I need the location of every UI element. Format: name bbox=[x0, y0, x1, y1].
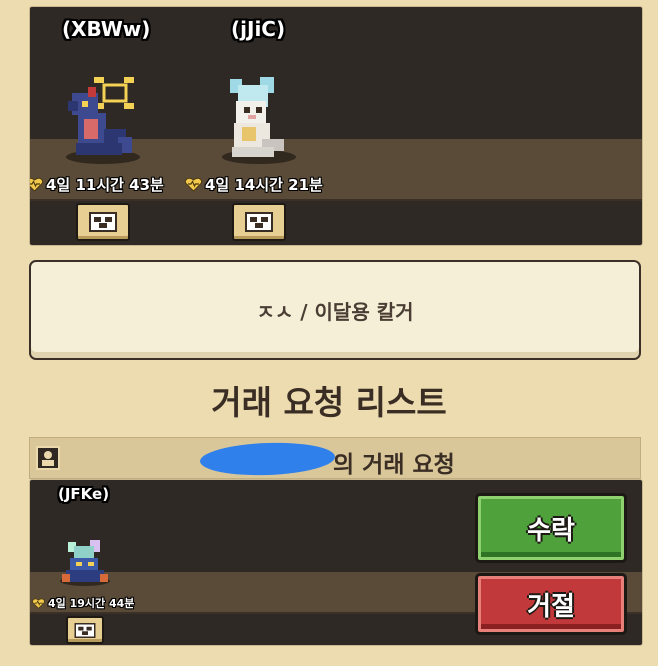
crystal-dragon-sprite[interactable] bbox=[60, 538, 110, 586]
heart-icon bbox=[185, 177, 202, 192]
accept-button-label: 수락 bbox=[527, 515, 575, 546]
blue-dragon-sprite[interactable] bbox=[64, 73, 138, 161]
reject-button-label: 거절 bbox=[527, 591, 575, 622]
info-icon bbox=[245, 212, 273, 232]
pet-info-button[interactable] bbox=[232, 203, 286, 241]
pet-timer: 4일 19시간 44분 bbox=[32, 595, 134, 611]
pet-name: (jJiC) bbox=[231, 17, 286, 41]
info-icon bbox=[74, 622, 96, 638]
trade-message-input[interactable]: ㅈㅅ / 이달용 칼거 bbox=[29, 260, 641, 360]
pet-name: (XBWw) bbox=[62, 17, 151, 41]
section-title: 거래 요청 리스트 bbox=[211, 383, 447, 422]
reject-button[interactable]: 거절 bbox=[475, 573, 627, 635]
pet-info-button[interactable] bbox=[66, 616, 104, 644]
info-icon bbox=[89, 212, 117, 232]
trade-message-text: ㅈㅅ / 이달용 칼거 bbox=[256, 299, 414, 324]
pets-panel: (XBWw) 4일 11시간 43분 (jJiC) 4일 14시간 21분 bbox=[29, 6, 643, 246]
pet-timer-text: 4일 14시간 21분 bbox=[205, 176, 323, 194]
pet-timer: 4일 14시간 21분 bbox=[185, 174, 323, 195]
white-dragon-sprite[interactable] bbox=[222, 73, 292, 163]
pet-timer-text: 4일 11시간 43분 bbox=[46, 176, 164, 194]
pet-info-button[interactable] bbox=[76, 203, 130, 241]
user-icon bbox=[36, 446, 60, 470]
pet-timer-text: 4일 19시간 44분 bbox=[48, 597, 135, 610]
trade-request-label: 의 거래 요청 bbox=[333, 452, 455, 478]
pet-name: (JFKe) bbox=[58, 485, 110, 503]
heart-icon bbox=[30, 177, 43, 192]
heart-icon bbox=[32, 598, 45, 609]
accept-button[interactable]: 수락 bbox=[475, 493, 627, 563]
pet-timer: 4일 11시간 43분 bbox=[30, 174, 164, 195]
